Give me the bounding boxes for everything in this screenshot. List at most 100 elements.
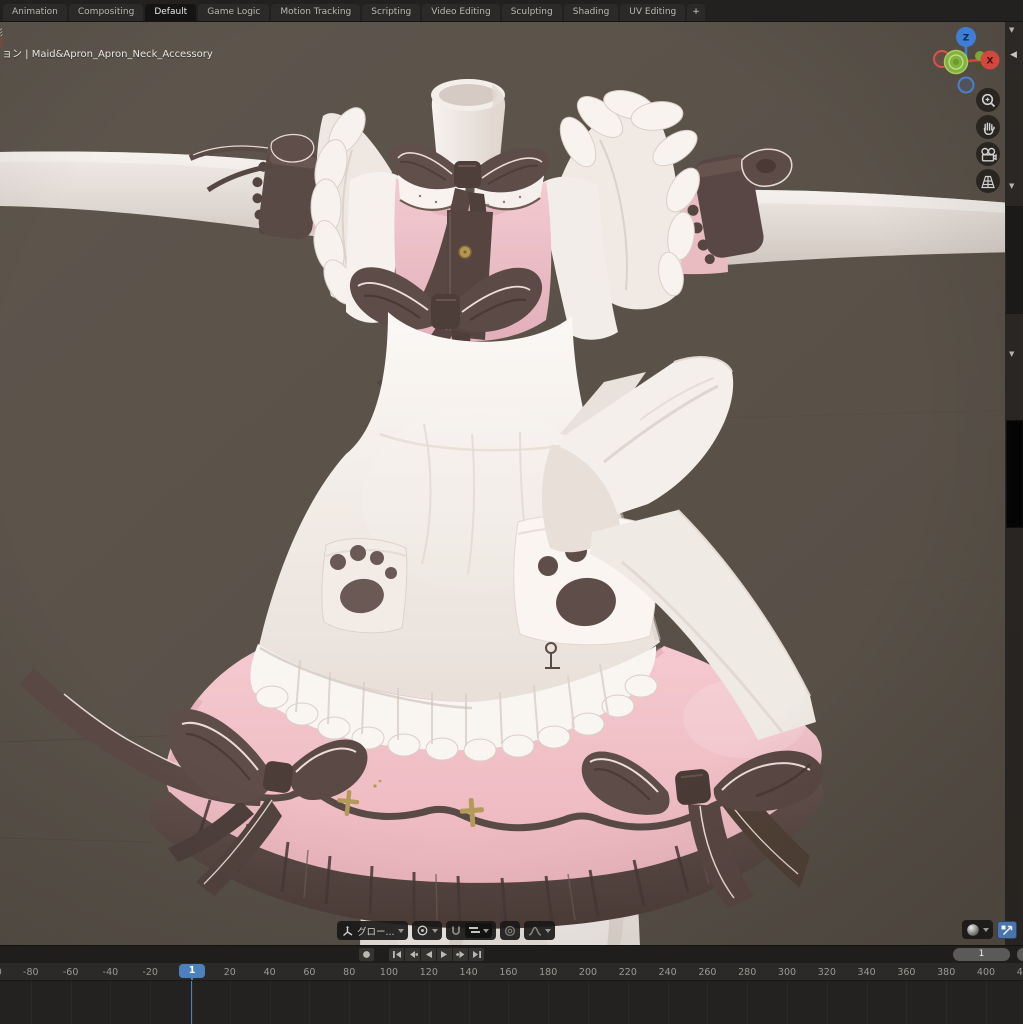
current-frame-badge[interactable]: 1 [179, 964, 205, 978]
previous-keyframe-icon [408, 950, 418, 959]
ruler-frame-label: 380 [937, 967, 955, 978]
timeline-ruler[interactable]: 1 -100-80-60-40-202040608010012014016018… [0, 963, 1023, 980]
viewport-nav-buttons [976, 88, 1000, 193]
tab-video-editing[interactable]: Video Editing [422, 4, 499, 21]
shading-controls [962, 920, 1017, 939]
jump-to-start-icon [392, 950, 402, 959]
proportional-editing-toggle[interactable] [500, 921, 520, 940]
timeline-body[interactable] [0, 980, 1023, 1024]
timeline-gridline [230, 981, 231, 1024]
ruler-frame-label: 180 [539, 967, 557, 978]
viewport-toolbar: グロー... [337, 921, 555, 940]
timeline-gridline [309, 981, 310, 1024]
tab-motion-tracking[interactable]: Motion Tracking [271, 4, 360, 21]
ruler-frame-label: 120 [420, 967, 438, 978]
ruler-frame-label: 320 [818, 967, 836, 978]
timeline-header: 1 [0, 945, 1023, 963]
camera-view-button[interactable] [976, 142, 1000, 166]
snap-target-select[interactable] [465, 923, 492, 938]
jump-to-end-button[interactable] [469, 948, 484, 961]
previous-keyframe-button[interactable] [405, 948, 420, 961]
timeline-gridline [668, 981, 669, 1024]
tab-shading[interactable]: Shading [564, 4, 619, 21]
tab-uv-editing[interactable]: UV Editing [620, 4, 685, 21]
panel-collapse-icon[interactable]: ▼ [1009, 26, 1014, 34]
tab-add[interactable]: + [687, 4, 705, 21]
toggle-perspective-button[interactable] [976, 169, 1000, 193]
timeline-gridline [389, 981, 390, 1024]
overlay-kanji-fragment: 形 [0, 25, 300, 40]
timeline-gridline [110, 981, 111, 1024]
blender-window: AnimationCompositingDefaultGame LogicMot… [0, 0, 1023, 1024]
timeline-gridline [946, 981, 947, 1024]
svg-text:X: X [987, 57, 994, 67]
zoom-icon [980, 92, 997, 109]
pan-button[interactable] [976, 115, 1000, 139]
viewport-shading-select[interactable] [962, 920, 993, 939]
record-button[interactable] [359, 948, 374, 961]
transform-orientation-select[interactable]: グロー... [337, 921, 408, 940]
pivot-point-icon [416, 924, 429, 937]
panel-collapse-icon[interactable]: ▼ [1009, 350, 1014, 358]
rendered-shading-icon [1000, 924, 1014, 936]
play-reverse-icon [424, 950, 433, 959]
viewport-3d[interactable]: 形 ョン | Maid&Apron_Apron_Neck_Accessory Z… [0, 22, 1023, 945]
ruler-frame-label: 40 [264, 967, 276, 978]
tab-sculpting[interactable]: Sculpting [502, 4, 562, 21]
workspace-tabs: AnimationCompositingDefaultGame LogicMot… [0, 0, 1023, 22]
falloff-curve-icon [528, 925, 542, 937]
jump-to-start-button[interactable] [389, 948, 404, 961]
ruler-frame-label: 360 [897, 967, 915, 978]
timeline-gridline [707, 981, 708, 1024]
panel-field-sliver [1006, 206, 1023, 314]
timeline-gridline [548, 981, 549, 1024]
playback-controls [389, 948, 484, 961]
current-frame-field[interactable]: 1 [953, 948, 1010, 961]
next-keyframe-icon [456, 950, 466, 959]
ruler-frame-label: 220 [619, 967, 637, 978]
ruler-frame-label: -80 [23, 967, 39, 978]
timeline-gridline [986, 981, 987, 1024]
zoom-button[interactable] [976, 88, 1000, 112]
timeline-gridline [827, 981, 828, 1024]
ruler-frame-label: -40 [103, 967, 119, 978]
ruler-frame-label: 240 [659, 967, 677, 978]
snapping-controls[interactable] [446, 921, 496, 940]
rendered-shading-button[interactable] [997, 921, 1017, 939]
svg-text:Z: Z [963, 34, 970, 44]
viewport-header-overlay: 形 ョン | Maid&Apron_Apron_Neck_Accessory [0, 25, 300, 60]
ruler-frame-label: 400 [977, 967, 995, 978]
proportional-falloff-select[interactable] [524, 921, 555, 940]
next-keyframe-button[interactable] [453, 948, 468, 961]
gizmo-axis-neg-z[interactable] [959, 78, 974, 93]
panel-collapse-icon[interactable]: ▼ [1009, 182, 1014, 190]
timeline-gridline [906, 981, 907, 1024]
ruler-frame-label: 420 [1017, 967, 1023, 978]
tab-default[interactable]: Default [145, 4, 196, 21]
panel-expand-arrow-icon[interactable]: ◀ [1010, 50, 1017, 60]
tab-game-logic[interactable]: Game Logic [198, 4, 269, 21]
timeline-editor: 1 1 -100-80-60-40-2020406080100120140160… [0, 945, 1023, 1024]
chevron-down-icon [483, 929, 489, 933]
tab-compositing[interactable]: Compositing [69, 4, 143, 21]
clipped-outliner-mark [0, 36, 3, 48]
scene-render[interactable] [0, 22, 1023, 945]
end-frame-field-clipped[interactable] [1017, 948, 1023, 961]
ruler-frame-label: 280 [738, 967, 756, 978]
tab-animation[interactable]: Animation [3, 4, 67, 21]
timeline-gridline [787, 981, 788, 1024]
play-reverse-button[interactable] [421, 948, 436, 961]
jump-to-end-icon [472, 950, 482, 959]
play-button[interactable] [437, 948, 452, 961]
texture-preview-sliver [1006, 420, 1023, 528]
timeline-gridline [747, 981, 748, 1024]
hand-icon [980, 119, 997, 136]
ruler-frame-label: 340 [858, 967, 876, 978]
tab-scripting[interactable]: Scripting [362, 4, 420, 21]
shading-sphere-icon [966, 923, 980, 937]
timeline-gridline [628, 981, 629, 1024]
right-panel-sliver: ▼ ◀ ▼ ▼ [1005, 22, 1023, 945]
pivot-point-select[interactable] [412, 921, 442, 940]
timeline-gridline [588, 981, 589, 1024]
orientation-label: グロー... [357, 924, 395, 938]
